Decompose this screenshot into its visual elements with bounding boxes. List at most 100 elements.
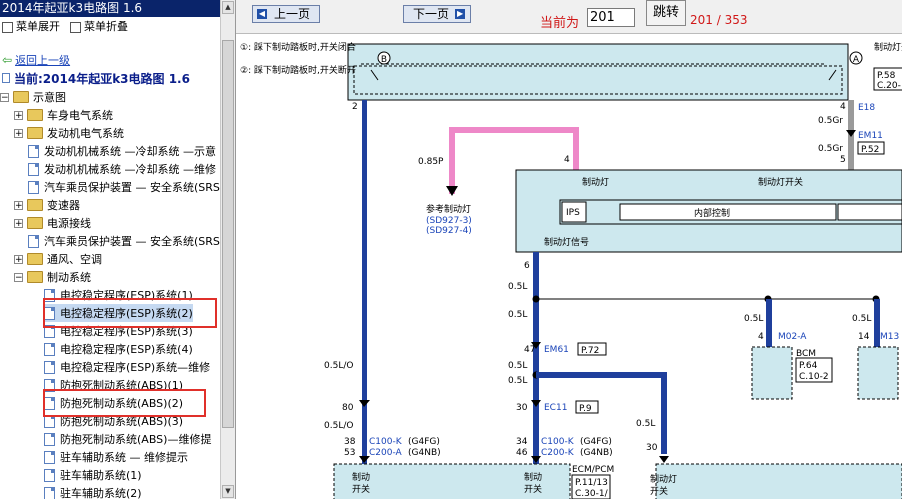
switch-b-line1: 制动	[524, 471, 542, 483]
tree-item[interactable]: 发动机机械系统 —冷却系统 —维修	[28, 160, 216, 178]
expand-menu-label: 菜单展开	[16, 20, 60, 33]
gauge-l-c: 0.5L	[744, 314, 763, 324]
gauge-l-f: 0.5L	[508, 376, 527, 386]
ref-p52: P.52	[861, 145, 879, 155]
tree-item[interactable]: 汽车乘员保护装置 — 安全系统(SRS	[28, 178, 220, 196]
brake-switch-box	[347, 43, 849, 101]
expand-toggle-icon: +	[14, 110, 23, 121]
document-icon	[44, 342, 55, 356]
document-icon	[28, 144, 39, 158]
brake-signal-label: 制动灯信号	[544, 236, 589, 248]
circle-b-label: B	[381, 55, 387, 65]
tree-root[interactable]: − 示意图	[0, 88, 66, 106]
collapse-icon	[70, 21, 81, 33]
ips-label: IPS	[566, 208, 580, 218]
expand-toggle-icon: +	[14, 128, 23, 139]
tree-item-label: 驻车辅助系统(1)	[60, 469, 142, 482]
tree-item-label: 汽车乘员保护装置 — 安全系统(SRS	[44, 181, 220, 194]
document-icon	[44, 468, 55, 482]
expand-menu-button[interactable]: 菜单展开	[2, 17, 60, 37]
collapse-menu-button[interactable]: 菜单折叠	[70, 17, 128, 37]
collapse-menu-label: 菜单折叠	[84, 20, 128, 33]
tree-item[interactable]: 驻车辅助系统 — 维修提示	[44, 448, 188, 466]
next-page-button[interactable]: 下一页 ▶	[403, 5, 471, 23]
page-number-input[interactable]	[587, 8, 635, 27]
pin-14: 14	[858, 332, 870, 342]
tree-item[interactable]: 防抱死制动系统(ABS)—维修提	[44, 430, 211, 448]
gauge-gr-b: 0.5Gr	[818, 144, 843, 154]
engine-g4nb-a: (G4NB)	[408, 448, 441, 458]
back-up-link[interactable]: ⇦ 返回上一级	[2, 51, 70, 69]
tree-item[interactable]: 驻车辅助系统(1)	[44, 466, 142, 484]
tree-item-label: 驻车辅助系统 — 维修提示	[60, 451, 188, 464]
pin-80: 80	[342, 403, 354, 413]
tree-item-label: 车身电气系统	[47, 109, 113, 122]
document-icon	[28, 180, 39, 194]
gauge-l-a: 0.5L	[508, 282, 527, 292]
tree-item[interactable]: 发动机机械系统 —冷却系统 —示意	[28, 142, 216, 160]
highlight-box	[43, 389, 206, 417]
connector-c100-b: C100-K	[541, 437, 575, 447]
jump-button[interactable]: 跳转	[646, 0, 686, 26]
pin-4c: 4	[758, 332, 764, 342]
tree-item[interactable]: + 电源接线	[14, 214, 91, 232]
folder-icon	[27, 253, 43, 265]
expand-toggle-icon: +	[14, 218, 23, 229]
prev-page-button[interactable]: ◀ 上一页	[252, 5, 320, 23]
gauge-lo-a: 0.5L/O	[324, 361, 353, 371]
ref-p58: P.58	[877, 71, 896, 81]
ref-c102: C.10-2	[799, 372, 829, 382]
engine-g4nb-b: (G4NB)	[580, 448, 613, 458]
arrow-left-icon: ◀	[257, 9, 267, 19]
gauge-gr-a: 0.5Gr	[818, 116, 843, 126]
tree-item[interactable]: + 车身电气系统	[14, 106, 113, 124]
page-toolbar: ◀ 上一页 下一页 ▶ 当前为 跳转 201 / 353	[236, 0, 902, 34]
expand-toggle-icon: +	[14, 200, 23, 211]
pin-2: 2	[352, 102, 358, 112]
pin-38: 38	[344, 437, 356, 447]
switch-a-line2: 开关	[352, 483, 370, 495]
connector-em11: EM11	[858, 131, 883, 141]
switch-c-line2: 开关	[650, 485, 668, 497]
bcm-box-a	[751, 346, 793, 400]
tree-item[interactable]: + 变速器	[14, 196, 80, 214]
prev-page-label: 上一页	[274, 7, 311, 21]
scrollbar-thumb[interactable]	[222, 40, 234, 428]
tree-item-label: 防抱死制动系统(ABS)—维修提	[60, 433, 212, 446]
tree-item-label: 制动系统	[47, 271, 91, 284]
tree-item[interactable]: 驻车辅助系统(2)	[44, 484, 142, 499]
folder-icon	[27, 199, 43, 211]
window-title: 2014年起亚k3电路图 1.6	[0, 0, 222, 17]
tree-item-label: 发动机机械系统 —冷却系统 —维修	[44, 163, 216, 176]
ref-p64: P.64	[799, 361, 818, 371]
scroll-up-icon[interactable]: ▲	[222, 1, 234, 14]
tree-item[interactable]: 汽车乘员保护装置 — 安全系统(SRS	[28, 232, 220, 250]
pin-30b: 30	[646, 443, 658, 453]
current-location-label: 当前:2014年起亚k3电路图 1.6	[14, 71, 190, 86]
gauge-lo-b: 0.5L/O	[324, 421, 353, 431]
connector-c200-a: C200-A	[369, 448, 403, 458]
gauge-085p: 0.85P	[418, 157, 444, 167]
scroll-down-icon[interactable]: ▼	[222, 485, 234, 498]
document-icon	[28, 234, 39, 248]
gauge-l-d: 0.5L	[852, 314, 871, 324]
brake-switch-label: 制动灯开关	[874, 41, 902, 53]
ref-p72: P.72	[581, 346, 599, 356]
brake-lamp-label: 制动灯	[582, 176, 609, 188]
connector-c200-b: C200-K	[541, 448, 575, 458]
tree-item[interactable]: 电控稳定程序(ESP)系统(4)	[44, 340, 193, 358]
connector-m13: M13	[880, 332, 899, 342]
bcm-box-b	[857, 346, 899, 400]
internal-control-label: 内部控制	[694, 207, 730, 219]
arrow-right-icon: ▶	[455, 9, 466, 19]
tree-item[interactable]: − 制动系统	[14, 268, 91, 286]
tree-item[interactable]: 电控稳定程序(ESP)系统—维修	[44, 358, 210, 376]
folder-icon	[27, 127, 43, 139]
collapse-toggle-icon: −	[0, 92, 9, 103]
tree-item[interactable]: + 通风、空调	[14, 250, 102, 268]
current-location: 当前:2014年起亚k3电路图 1.6	[2, 69, 190, 87]
tree-item[interactable]: + 发动机电气系统	[14, 124, 124, 142]
sd927-3: (SD927-3)	[426, 216, 472, 226]
tree-scrollbar[interactable]: ▲ ▼	[220, 0, 235, 499]
folder-icon	[13, 91, 29, 103]
